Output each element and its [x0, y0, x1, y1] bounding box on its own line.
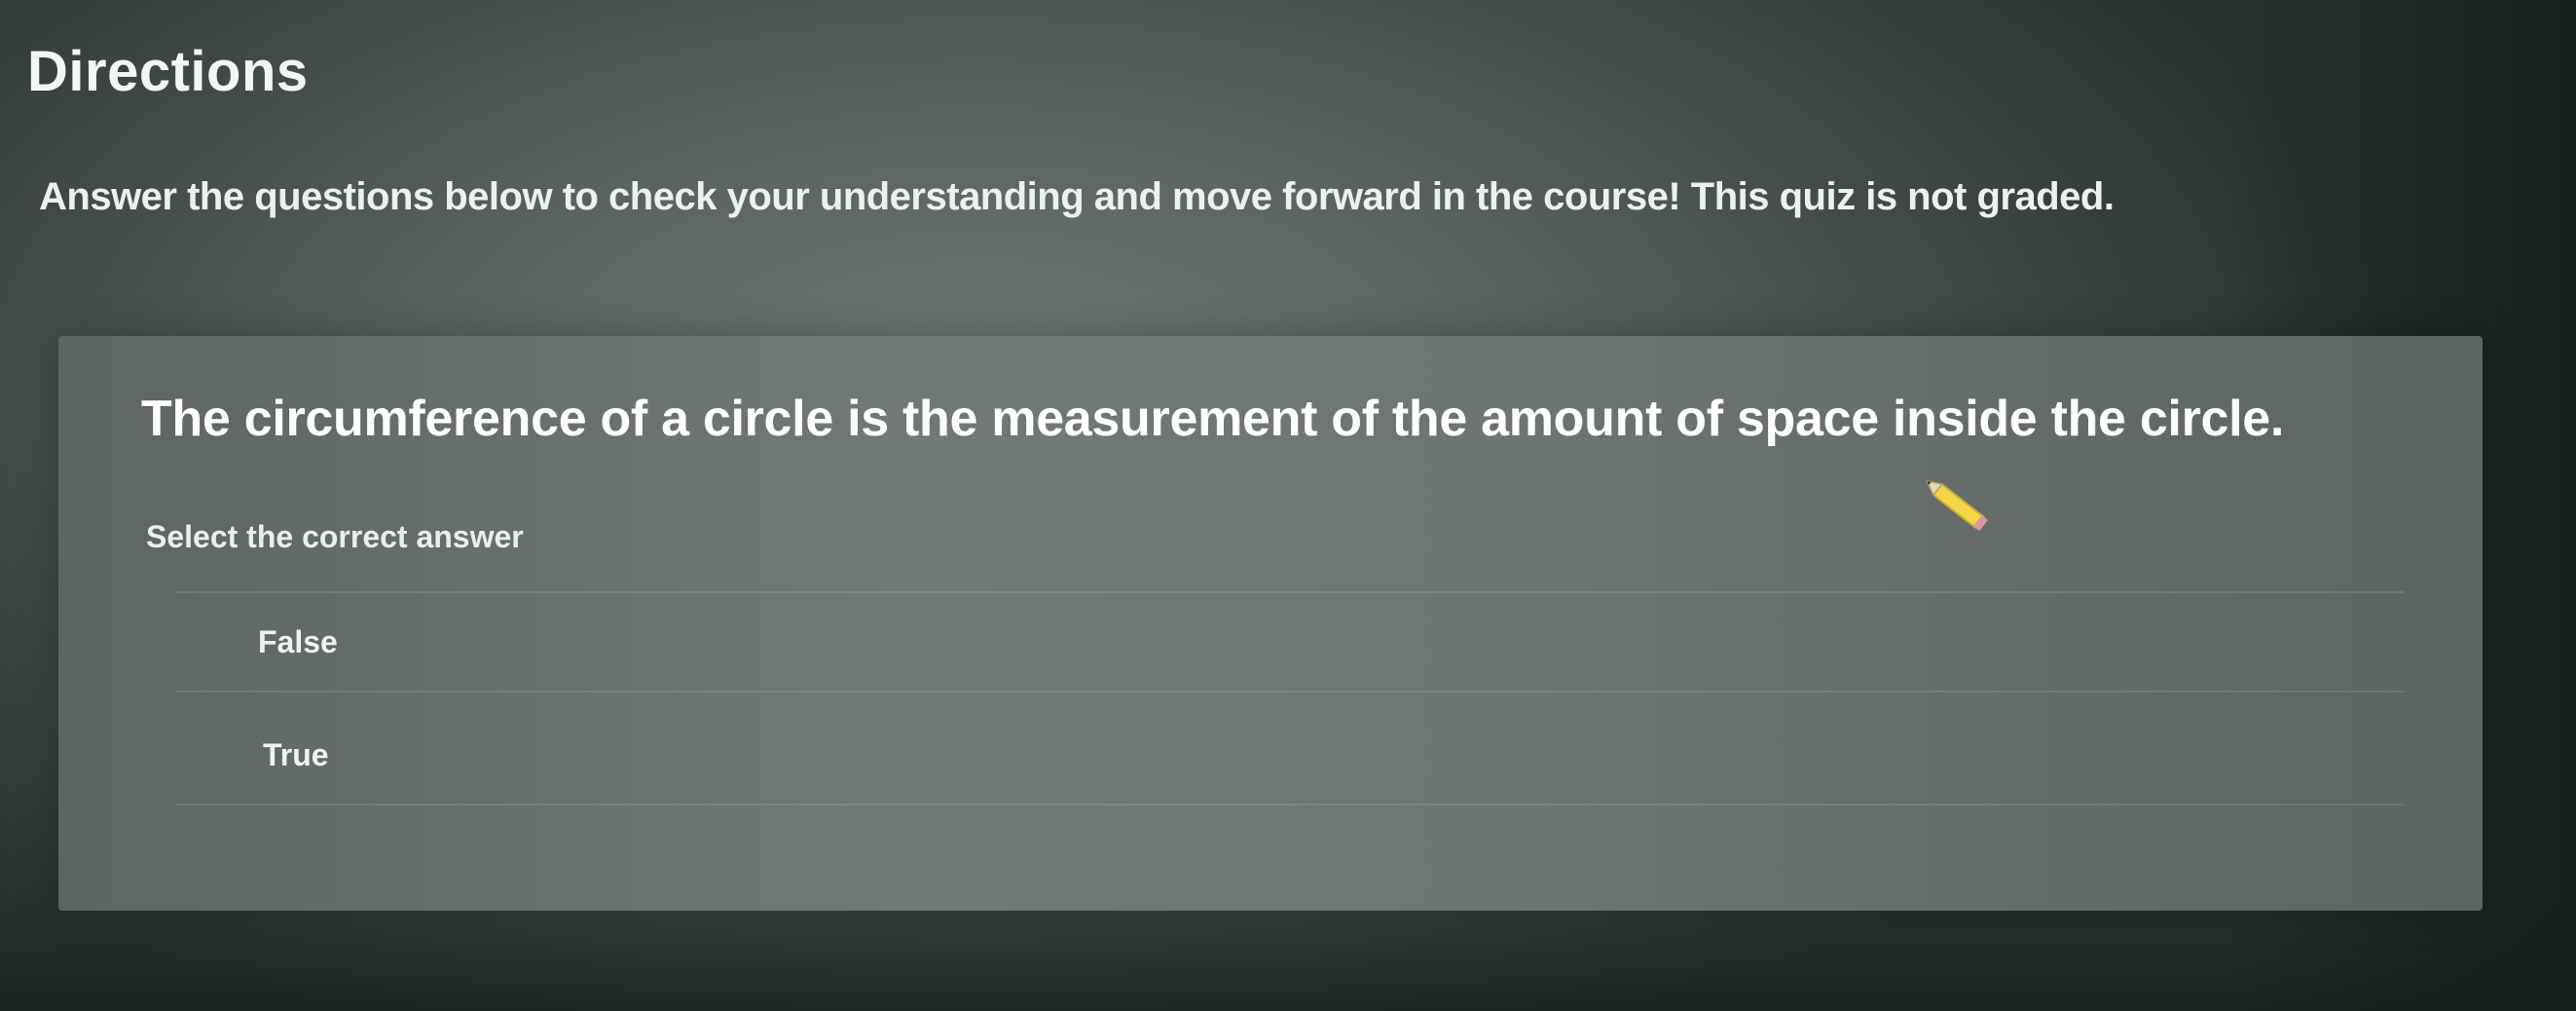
directions-text: Answer the questions below to check your…	[39, 175, 2115, 218]
question-text: The circumference of a circle is the mea…	[141, 391, 2285, 447]
answer-option-label: False	[258, 623, 338, 659]
answer-option-true[interactable]: True	[175, 706, 2405, 805]
answer-prompt: Select the correct answer	[146, 519, 524, 554]
answer-option-false[interactable]: False	[175, 591, 2405, 693]
directions-title: Directions	[27, 40, 309, 103]
screen-vignette-bottom	[0, 894, 2576, 1011]
pencil-cursor-icon	[1925, 479, 1988, 532]
question-card: The circumference of a circle is the mea…	[58, 336, 2483, 911]
answer-option-label: True	[263, 736, 329, 772]
